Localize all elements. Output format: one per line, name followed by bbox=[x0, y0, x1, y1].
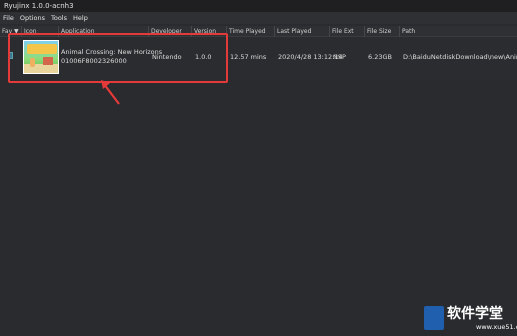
watermark-logo-icon bbox=[424, 306, 444, 330]
menu-file[interactable]: File bbox=[3, 12, 14, 24]
column-header-last-played[interactable]: Last Played bbox=[275, 26, 330, 37]
highlight-box bbox=[8, 33, 228, 83]
watermark-url: www.xue51.com bbox=[476, 323, 517, 331]
annotation-arrow-icon bbox=[101, 80, 120, 105]
game-file-size: 6.23GB bbox=[368, 53, 392, 61]
window-title: Ryujinx 1.0.0-acnh3 bbox=[0, 0, 517, 12]
menu-help[interactable]: Help bbox=[73, 12, 88, 24]
column-header-file-ext[interactable]: File Ext bbox=[330, 26, 365, 37]
watermark-text: 软件学堂 bbox=[447, 306, 503, 322]
menu-tools[interactable]: Tools bbox=[51, 12, 67, 24]
watermark: 软件学堂 www.xue51.com bbox=[424, 302, 517, 335]
column-header-path[interactable]: Path bbox=[400, 26, 517, 37]
column-header-file-size[interactable]: File Size bbox=[365, 26, 400, 37]
column-header-time-played[interactable]: Time Played bbox=[227, 26, 275, 37]
menu-bar: File Options Tools Help bbox=[0, 12, 517, 24]
menu-options[interactable]: Options bbox=[20, 12, 45, 24]
game-path: D:\BaiduNetdiskDownload\new\Animal Cr bbox=[403, 53, 517, 61]
game-file-ext: NSP bbox=[333, 53, 346, 61]
game-time-played: 12.57 mins bbox=[230, 53, 267, 61]
